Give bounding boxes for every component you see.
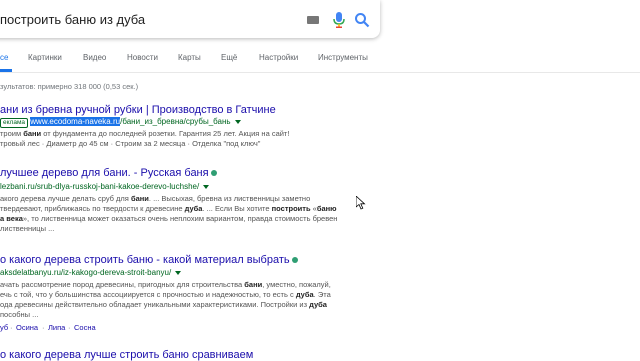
- snippet-line: а века», то лиственница может оказаться …: [0, 214, 338, 223]
- result-url[interactable]: aksdelatbanyu.ru/iz-kakogo-dereva-stroit…: [0, 268, 182, 277]
- tab-settings[interactable]: Настройки: [259, 53, 298, 62]
- tab-news[interactable]: Новости: [127, 53, 158, 62]
- tab-images[interactable]: Картинки: [28, 53, 62, 62]
- chevron-down-icon[interactable]: [175, 270, 182, 275]
- snippet-line: ечь с той, что у большинства ассоциирует…: [0, 290, 331, 299]
- result-snippet: троим бани от фундамента до последней ро…: [0, 129, 289, 149]
- sitelink[interactable]: Осина: [16, 323, 38, 332]
- keyboard-icon[interactable]: [307, 16, 319, 24]
- sitelink[interactable]: Сосна: [74, 323, 96, 332]
- snippet-line: тровый лес · Диаметр до 45 см · Строим з…: [0, 139, 261, 148]
- snippet-line: акого дерева лучше делать сруб для бани.…: [0, 194, 311, 203]
- snippet-line: троим бани от фундамента до последней ро…: [0, 129, 290, 138]
- snippet-line: пособны ...: [0, 310, 39, 319]
- sitelink-separator: ·: [42, 323, 45, 332]
- result-snippet: акого дерева лучше делать сруб для бани.…: [0, 194, 337, 234]
- result-url-path: /бани_из_бревна/срубы_бань: [120, 117, 231, 126]
- tab-tools[interactable]: Инструменты: [318, 53, 368, 62]
- chevron-down-icon[interactable]: [234, 119, 241, 124]
- tab-more[interactable]: Ещё: [221, 53, 237, 62]
- tabs-divider: [0, 72, 640, 73]
- tab-all[interactable]: се: [0, 53, 8, 62]
- snippet-line: твердевают, приближаясь по твердости к д…: [0, 204, 337, 213]
- result-title[interactable]: о какого дерева строить баню - какой мат…: [0, 254, 298, 266]
- chevron-down-icon[interactable]: [203, 184, 210, 189]
- tab-maps[interactable]: Карты: [178, 53, 201, 62]
- snippet-line: ода древесины действительно обладает уни…: [0, 300, 327, 309]
- sitelink-separator: ·: [10, 323, 13, 332]
- result-snippet: ачать рассмотрение пород древесины, приг…: [0, 280, 331, 320]
- tab-videos[interactable]: Видео: [83, 53, 106, 62]
- result-url[interactable]: lezbani.ru/srub-dlya-russkoj-bani-kakoe-…: [0, 182, 210, 191]
- result-title[interactable]: лучшее дерево для бани. - Русская баня: [0, 167, 217, 179]
- mouse-cursor-icon: [356, 196, 366, 210]
- result-title[interactable]: о какого дерева лучше строить баню сравн…: [0, 349, 253, 361]
- result-url[interactable]: www.ecodoma-naveka.ru: [30, 117, 121, 126]
- search-box[interactable]: построить баню из дуба: [0, 0, 380, 38]
- result-url-line: еклама www.ecodoma-naveka.ru/бани_из_бре…: [0, 117, 241, 128]
- result-stats: зультатов: примерно 318 000 (0,53 сек.): [0, 82, 139, 91]
- microphone-icon[interactable]: [332, 12, 346, 28]
- sitelink[interactable]: уб: [0, 323, 8, 332]
- verified-icon: [291, 257, 298, 264]
- verified-icon: [210, 170, 217, 177]
- sitelink[interactable]: Липа: [48, 323, 65, 332]
- result-title[interactable]: ани из бревна ручной рубки | Производств…: [0, 104, 276, 116]
- search-icon[interactable]: [354, 12, 370, 28]
- search-input[interactable]: построить баню из дуба: [0, 12, 145, 27]
- snippet-line: ачать рассмотрение пород древесины, приг…: [0, 280, 331, 289]
- snippet-line: лиственницы ...: [0, 224, 55, 233]
- ad-badge: еклама: [0, 118, 29, 128]
- sitelink-separator: ·: [68, 323, 71, 332]
